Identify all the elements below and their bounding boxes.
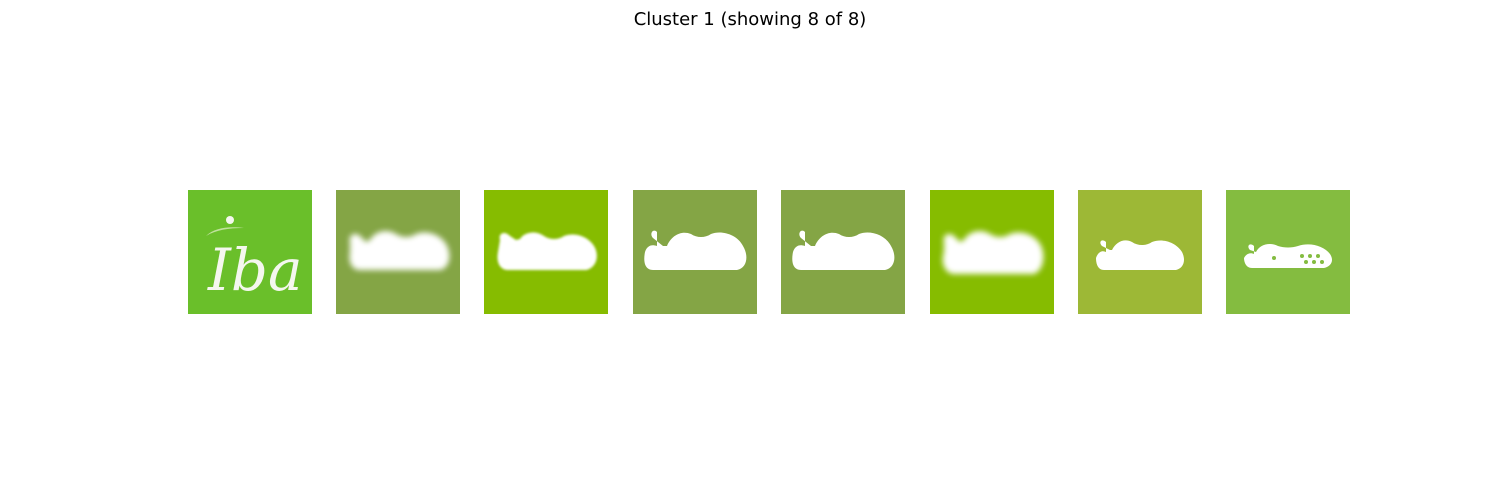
thumbnail-clog [336,190,460,314]
iba-logo-text: Iba [207,236,303,304]
thumbnail-row: Iba [188,190,1350,314]
clog-image [484,190,608,314]
figure-title: Cluster 1 (showing 8 of 8) [633,9,867,30]
thumbnail-clog [930,190,1054,314]
clog-image [781,190,905,314]
thumbnail-clog [781,190,905,314]
clog-image [930,190,1054,314]
clog-image [1078,190,1202,314]
iba-logo-image: Iba [188,190,312,314]
clog-image [633,190,757,314]
thumbnail-logo-iba: Iba [188,190,312,314]
thumbnail-clog [1078,190,1202,314]
clog-image [336,190,460,314]
thumbnail-clog [633,190,757,314]
thumbnail-clog [484,190,608,314]
crocs-clog-image [1226,190,1350,314]
thumbnail-crocs-clog [1226,190,1350,314]
